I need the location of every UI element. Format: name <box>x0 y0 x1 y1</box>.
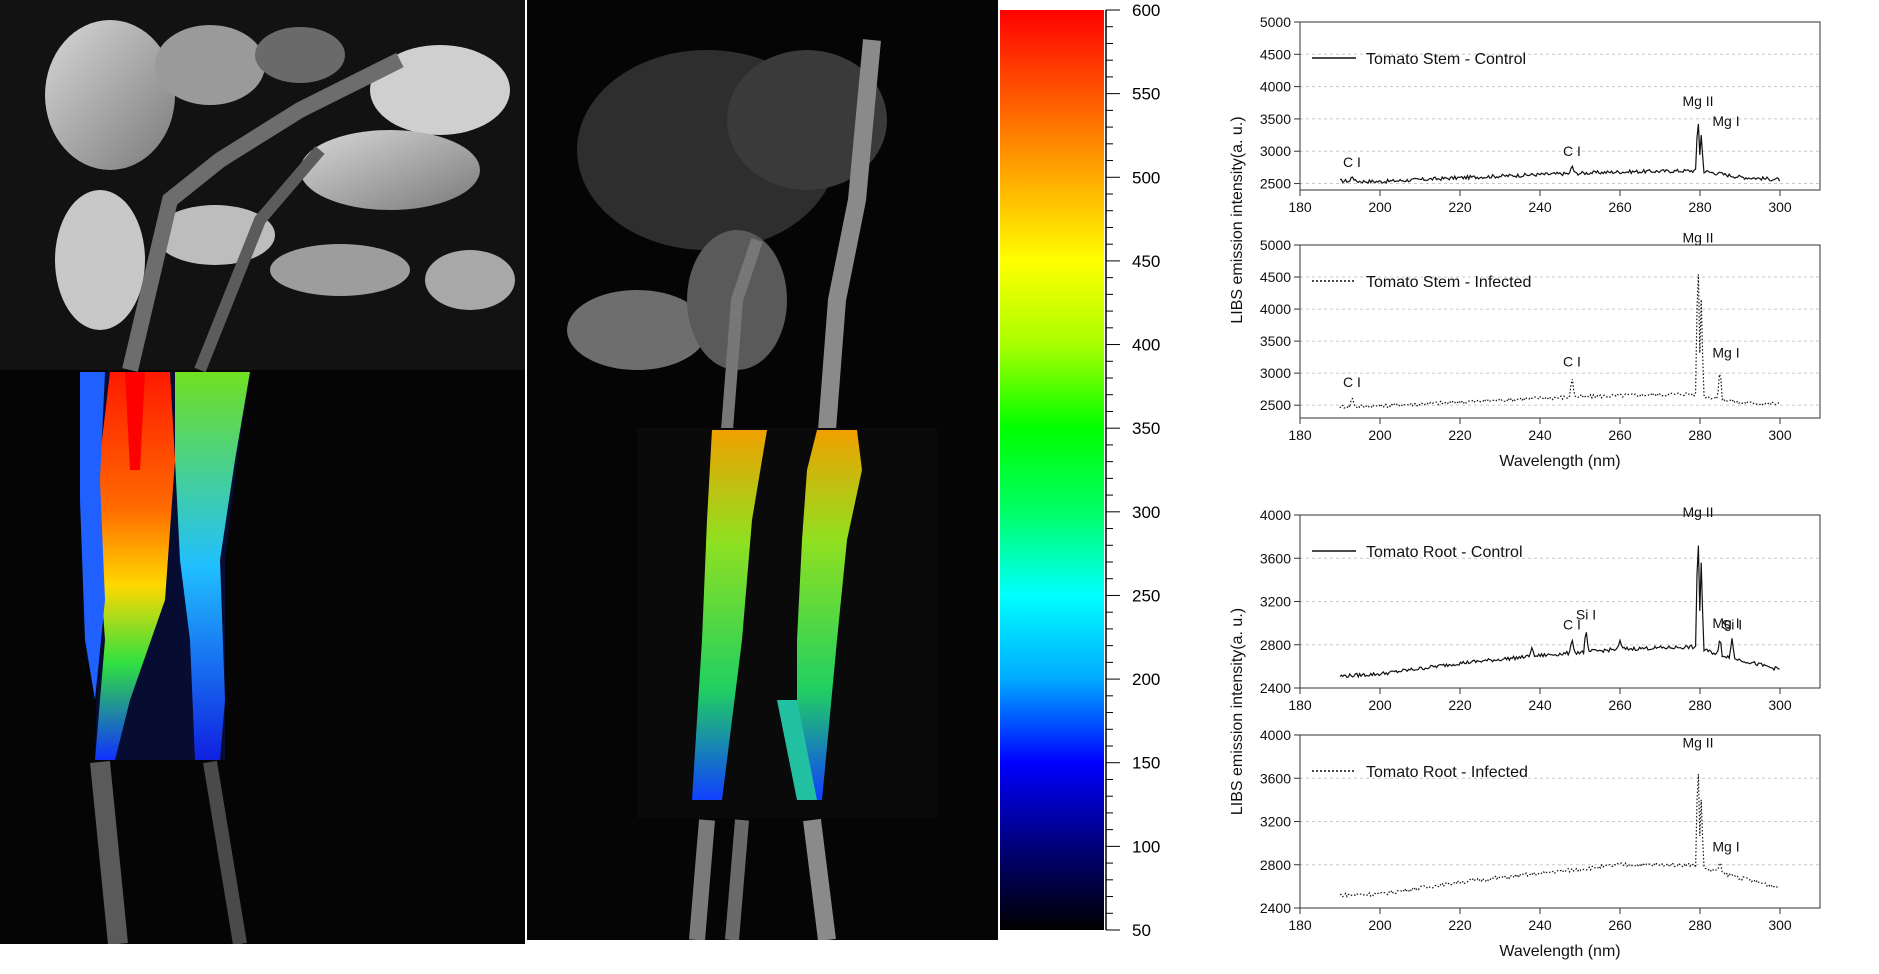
peak-label: Si I <box>1722 616 1742 632</box>
peak-label: Si I <box>1576 607 1596 623</box>
colorbar-tick-label: 550 <box>1132 85 1160 104</box>
y-tick-label: 3000 <box>1260 365 1291 381</box>
x-tick-label: 240 <box>1528 199 1552 215</box>
colorbar-tick-label: 500 <box>1132 168 1160 187</box>
x-tick-label: 180 <box>1288 917 1312 933</box>
colorbar-tick-label: 150 <box>1132 754 1160 773</box>
x-tick-label: 240 <box>1528 697 1552 713</box>
y-tick-label: 2500 <box>1260 397 1291 413</box>
y-tick-label: 2800 <box>1260 637 1291 653</box>
y-tick-label: 4500 <box>1260 269 1291 285</box>
peak-label: Mg II <box>1682 93 1713 109</box>
x-tick-label: 240 <box>1528 917 1552 933</box>
y-tick-label: 2500 <box>1260 176 1291 192</box>
colorbar-tick-label: 350 <box>1132 419 1160 438</box>
peak-label: Mg II <box>1682 504 1713 520</box>
legend-label: Tomato Root - Control <box>1366 544 1523 561</box>
colorbar-tick-label: 600 <box>1132 1 1160 20</box>
y-tick-label: 2400 <box>1260 900 1291 916</box>
chart-panel-1: 180 200 220 240 260 280 300 2500 3000 3500 4000 450… <box>1260 14 1821 215</box>
x-tick-label: 200 <box>1368 917 1392 933</box>
x-tick-label: 180 <box>1288 427 1312 443</box>
y-axis-label: LIBS emission intensity(a. u.) <box>1229 608 1246 815</box>
y-tick-label: 4000 <box>1260 301 1291 317</box>
x-tick-label: 200 <box>1368 427 1392 443</box>
x-tick-label: 280 <box>1688 917 1712 933</box>
y-tick-label: 2800 <box>1260 857 1291 873</box>
y-tick-label: 4000 <box>1260 727 1291 743</box>
y-tick-label: 5000 <box>1260 237 1291 253</box>
y-tick-label: 3500 <box>1260 111 1291 127</box>
y-tick-label: 3000 <box>1260 143 1291 159</box>
y-tick-label: 3200 <box>1260 814 1291 830</box>
y-tick-label: 5000 <box>1260 14 1291 30</box>
x-axis-label: Wavelength (nm) <box>1499 943 1620 960</box>
y-tick-label: 4500 <box>1260 46 1291 62</box>
y-tick-label: 3600 <box>1260 550 1291 566</box>
y-axis-label: LIBS emission intensity(a. u.) <box>1229 116 1246 323</box>
peak-label: C I <box>1563 354 1581 370</box>
x-tick-label: 300 <box>1768 697 1792 713</box>
x-tick-label: 180 <box>1288 199 1312 215</box>
x-tick-label: 300 <box>1768 917 1792 933</box>
y-tick-label: 3500 <box>1260 333 1291 349</box>
x-tick-label: 300 <box>1768 427 1792 443</box>
libs-spectra-charts: 180 200 220 240 260 280 300 2500 3000 3500 4000 450… <box>1220 0 1879 969</box>
x-tick-label: 220 <box>1448 917 1472 933</box>
y-tick-label: 2400 <box>1260 680 1291 696</box>
chart-panel-2: 180 200 220 240 260 280 300 2500 3000 3500 4000 450… <box>1260 229 1821 470</box>
y-tick-label: 4000 <box>1260 507 1291 523</box>
colorbar-tick-label: 50 <box>1132 921 1151 940</box>
x-tick-label: 280 <box>1688 697 1712 713</box>
y-tick-label: 3600 <box>1260 770 1291 786</box>
y-tick-label: 3200 <box>1260 594 1291 610</box>
peak-label: C I <box>1343 154 1361 170</box>
peak-label: Mg I <box>1712 838 1739 854</box>
peak-label: Mg I <box>1712 113 1739 129</box>
colorbar-tick-label: 200 <box>1132 670 1160 689</box>
peak-label: C I <box>1343 374 1361 390</box>
y-tick-label: 4000 <box>1260 79 1291 95</box>
colorbar-tick-label: 400 <box>1132 336 1160 355</box>
x-tick-label: 200 <box>1368 697 1392 713</box>
colorbar-tick-label: 450 <box>1132 252 1160 271</box>
chart-panel-4: 180 200 220 240 260 280 300 2400 2800 3200 3600 400… <box>1260 727 1821 960</box>
x-tick-label: 280 <box>1688 427 1712 443</box>
colorbar-tick-label: 100 <box>1132 837 1160 856</box>
peak-label: Mg II <box>1682 735 1713 751</box>
x-tick-label: 260 <box>1608 697 1632 713</box>
infected-plant-heatmap <box>527 0 998 942</box>
colorbar-gradient <box>1000 10 1104 930</box>
peak-label: Mg I <box>1712 345 1739 361</box>
spectrum-line <box>1339 123 1781 185</box>
peak-label: C I <box>1563 143 1581 159</box>
x-tick-label: 200 <box>1368 199 1392 215</box>
legend-label: Tomato Stem - Infected <box>1366 274 1531 291</box>
spectrum-line <box>1339 774 1780 898</box>
control-plant-heatmap <box>0 0 525 946</box>
x-tick-label: 220 <box>1448 199 1472 215</box>
peak-label: Mg II <box>1682 229 1713 245</box>
x-tick-label: 280 <box>1688 199 1712 215</box>
x-tick-label: 300 <box>1768 199 1792 215</box>
x-tick-label: 240 <box>1528 427 1552 443</box>
stem-heat-overlay <box>80 372 250 760</box>
colorbar: 600 550 500 450 400 350 300 250 200 150 100 50 <box>998 0 1218 940</box>
colorbar-tick-label: 250 <box>1132 586 1160 605</box>
chart-panel-3: 180 200 220 240 260 280 300 2400 2800 3200 3600 400… <box>1260 504 1821 713</box>
legend-label: Tomato Stem - Control <box>1366 51 1526 68</box>
colorbar-tick-label: 300 <box>1132 503 1160 522</box>
legend-label: Tomato Root - Infected <box>1366 764 1528 781</box>
x-tick-label: 180 <box>1288 697 1312 713</box>
plot-frame <box>1299 244 1821 419</box>
x-tick-label: 260 <box>1608 917 1632 933</box>
spectrum-line <box>1339 545 1780 679</box>
x-tick-label: 260 <box>1608 427 1632 443</box>
x-tick-label: 260 <box>1608 199 1632 215</box>
x-tick-label: 220 <box>1448 697 1472 713</box>
x-axis-label: Wavelength (nm) <box>1499 453 1620 470</box>
x-tick-label: 220 <box>1448 427 1472 443</box>
plot-frame <box>1299 21 1821 191</box>
